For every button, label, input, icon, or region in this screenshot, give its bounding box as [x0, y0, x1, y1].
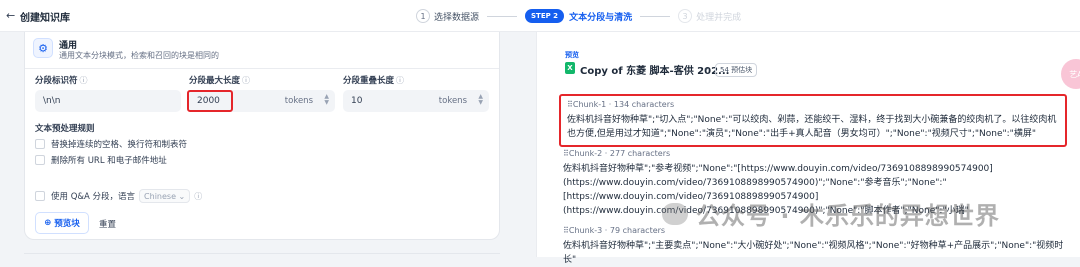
settings-panel: ⚙ 通用 通用文本分块模式，检索和召回的块是相同的 分段标识符 ⓘ 分段最大长度 ⓘ…: [0, 32, 536, 257]
divider: [24, 253, 500, 254]
back-arrow-icon[interactable]: ←: [6, 9, 15, 22]
rule-replace-spaces[interactable]: 替换掉连续的空格、换行符和制表符: [35, 138, 187, 150]
preprocess-rules-title: 文本预处理规则: [35, 124, 95, 134]
avatar[interactable]: 艺A: [1061, 59, 1080, 89]
checkbox[interactable]: [35, 155, 45, 165]
step-2-label: 文本分段与清洗: [569, 12, 633, 23]
stepper-arrows-icon[interactable]: ▲ ▼: [324, 94, 329, 106]
chunk-header: ⠿Chunk-2 · 277 characters: [563, 149, 671, 158]
stepper-arrows-icon[interactable]: ▲ ▼: [478, 94, 483, 106]
overlap-length-value: 10: [351, 96, 363, 106]
checkbox[interactable]: [35, 139, 45, 149]
chunk-content: 佐料机抖音好物种草";"主要卖点";"None":"大小碗好处";"None":…: [563, 241, 1064, 265]
language-value: Chinese: [144, 191, 177, 201]
step-3-number: 3: [678, 9, 693, 23]
chevron-down-icon[interactable]: ⌄: [703, 63, 710, 72]
preview-label: 预览: [565, 51, 579, 59]
spreadsheet-icon: X: [565, 62, 575, 74]
chunk-card: ⠿Chunk-3 · 79 characters 佐料机抖音好物种草";"主要卖…: [559, 225, 1067, 267]
settings-gear-icon: ⚙: [33, 38, 53, 58]
step-3: 3 处理并完成: [678, 9, 741, 23]
watermark: 公众号 · 木乐乐的异想世界: [662, 196, 1000, 231]
overlap-length-label: 分段重叠长度 ⓘ: [343, 76, 405, 86]
overlap-length-input[interactable]: 10 tokens ▲ ▼: [343, 90, 489, 112]
estimated-chunks-badge: 54 预估块: [715, 63, 758, 77]
watermark-text: 公众号 · 木乐乐的异想世界: [696, 202, 1000, 230]
info-icon[interactable]: ⓘ: [194, 191, 202, 202]
delimiter-label: 分段标识符 ⓘ: [35, 76, 88, 86]
mode-header: ⚙ 通用 通用文本分块模式，检索和召回的块是相同的: [25, 32, 499, 64]
mode-description: 通用文本分块模式，检索和召回的块是相同的: [59, 51, 219, 60]
info-icon[interactable]: ⓘ: [80, 76, 88, 85]
rule-label: 替换掉连续的空格、换行符和制表符: [51, 140, 188, 150]
top-bar: ← 创建知识库 1 选择数据源 STEP 2 文本分段与清洗 3 处理并完成: [0, 0, 1080, 32]
preview-button-label: 预览块: [54, 219, 80, 229]
qa-label: 使用 Q&A 分段，语言: [51, 192, 136, 202]
reset-button[interactable]: 重置: [99, 218, 116, 230]
preview-chunks-button[interactable]: ⊕ 预览块: [35, 212, 89, 234]
step-divider: [487, 15, 518, 17]
overlap-length-unit: tokens: [438, 96, 467, 106]
general-mode-card: ⚙ 通用 通用文本分块模式，检索和召回的块是相同的 分段标识符 ⓘ 分段最大长度 ⓘ…: [24, 32, 500, 240]
info-icon[interactable]: ⓘ: [242, 76, 250, 85]
qa-segment-option[interactable]: 使用 Q&A 分段，语言 Chinese ⌄ ⓘ: [35, 189, 202, 203]
step-divider: [640, 15, 671, 17]
chunk-header: ⠿Chunk-1 · 134 characters: [567, 100, 675, 109]
checkbox[interactable]: [35, 191, 45, 201]
delimiter-input[interactable]: \n\n: [35, 90, 181, 112]
rule-remove-urls[interactable]: 删除所有 URL 和电子邮件地址: [35, 154, 167, 166]
step-1-number: 1: [416, 9, 430, 23]
language-select[interactable]: Chinese ⌄: [139, 189, 191, 203]
step-1-label: 选择数据源: [434, 12, 480, 23]
chunk-content: 佐料机抖音好物种草";"切入点";"None":"可以绞肉、剁蒜，还能绞干、湿料…: [567, 115, 1057, 139]
highlight-box: ⠿Chunk-1 · 134 characters 佐料机抖音好物种草";"切入…: [559, 94, 1067, 147]
page-title: 创建知识库: [20, 13, 70, 24]
divider: [25, 68, 499, 69]
step-3-label: 处理并完成: [696, 12, 742, 23]
rule-label: 删除所有 URL 和电子邮件地址: [51, 156, 167, 166]
max-length-label: 分段最大长度 ⓘ: [189, 76, 251, 86]
wechat-icon: [662, 202, 688, 225]
highlight-box: [187, 90, 233, 112]
max-length-unit: tokens: [284, 96, 313, 106]
chunk-card: ⠿Chunk-1 · 134 characters 佐料机抖音好物种草";"切入…: [559, 94, 1067, 147]
info-icon[interactable]: ⓘ: [396, 76, 404, 85]
delimiter-value: \n\n: [43, 96, 61, 106]
stepper: 1 选择数据源 STEP 2 文本分段与清洗 3 处理并完成: [416, 8, 741, 24]
search-icon: ⊕: [44, 218, 55, 228]
step-2-badge: STEP 2: [525, 9, 565, 23]
